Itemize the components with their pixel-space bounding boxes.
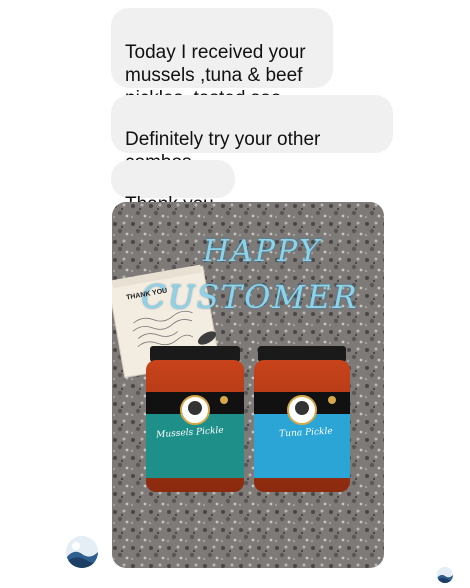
chat-thread: Today I received your mussels ,tuna & be… (0, 0, 470, 588)
avatar-image (437, 567, 453, 583)
overlay-text-happy: HAPPY (202, 234, 321, 269)
photo-message[interactable]: HAPPY CUSTOMER THANK YOU Mussels Pickle … (112, 202, 384, 568)
overlay-text-customer: CUSTOMER (141, 278, 359, 316)
avatar-image (66, 536, 98, 568)
sender-avatar[interactable] (66, 536, 98, 568)
read-receipt-avatar (437, 567, 453, 583)
message-bubble[interactable]: Today I received your mussels ,tuna & be… (111, 8, 333, 132)
message-bubble[interactable]: Thank you (111, 160, 235, 236)
message-bubble[interactable]: Definitely try your other combos too (111, 95, 393, 196)
